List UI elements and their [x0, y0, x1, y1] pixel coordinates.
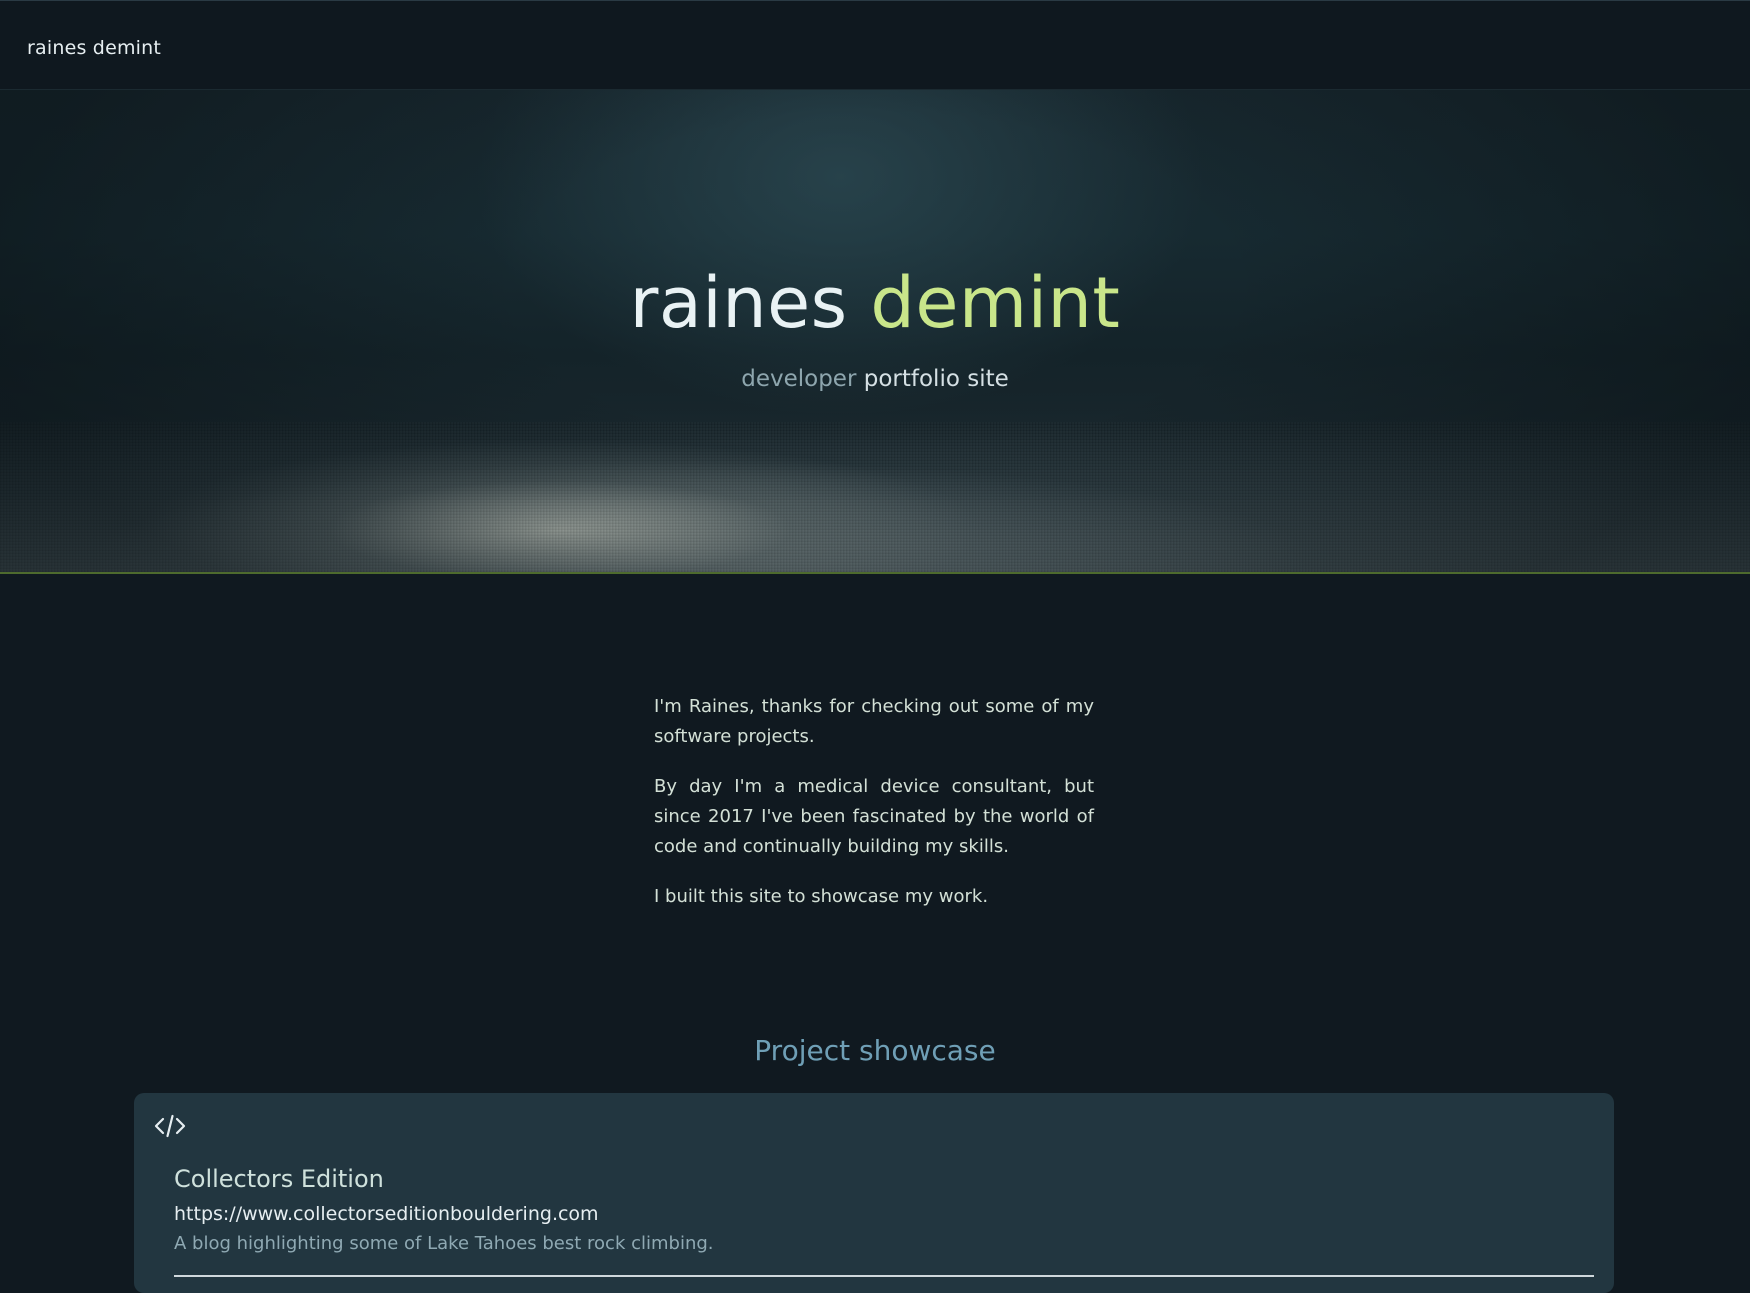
project-url-link[interactable]: https://www.collectorseditionbouldering.…: [174, 1203, 599, 1225]
hero-title: raines demint: [0, 262, 1750, 344]
hero-banner: raines demint developer portfolio site: [0, 90, 1750, 574]
code-icon: [154, 1113, 186, 1139]
project-name: Collectors Edition: [174, 1165, 384, 1193]
hero-subtitle: developer portfolio site: [0, 366, 1750, 392]
about-paragraph: I built this site to showcase my work.: [654, 886, 989, 907]
hero-title-second: demint: [870, 262, 1121, 344]
hero-title-first: raines: [629, 262, 848, 344]
about-paragraph: By day I'm a medical device consultant, …: [654, 776, 1094, 857]
hero-subtitle-first: developer: [741, 366, 857, 392]
project-card: Collectors Edition https://www.collector…: [134, 1093, 1614, 1293]
project-showcase-title: Project showcase: [754, 1034, 996, 1067]
about-section: I'm Raines, thanks for checking out some…: [654, 692, 1094, 932]
about-paragraph: I'm Raines, thanks for checking out some…: [654, 696, 1094, 747]
project-description: A blog highlighting some of Lake Tahoes …: [174, 1233, 714, 1254]
hero-subtitle-second: portfolio site: [863, 366, 1009, 392]
nav-brand-link[interactable]: raines demint: [27, 37, 161, 59]
card-divider: [174, 1275, 1594, 1277]
top-navbar: raines demint: [0, 0, 1750, 90]
